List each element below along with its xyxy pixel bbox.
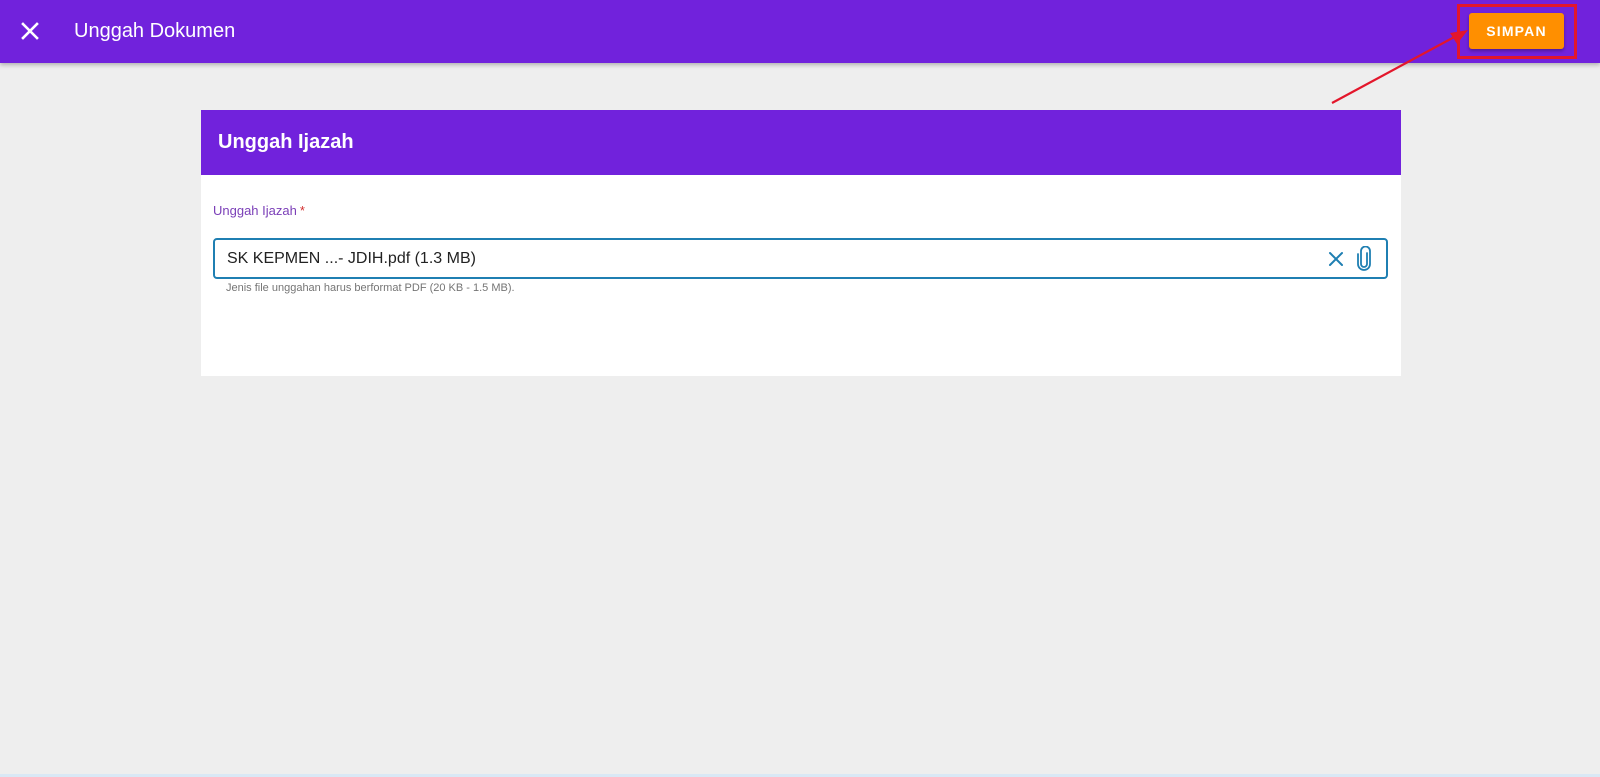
upload-field-label: Unggah Ijazah *	[213, 203, 305, 218]
page-title: Unggah Dokumen	[74, 20, 236, 42]
card-title: Unggah Ijazah	[218, 131, 354, 153]
required-asterisk: *	[299, 203, 305, 218]
close-button[interactable]	[16, 17, 44, 45]
file-format-hint: Jenis file unggahan harus berformat PDF …	[226, 282, 515, 294]
upload-field-label-text: Unggah Ijazah	[213, 203, 297, 218]
save-button[interactable]: SIMPAN	[1469, 13, 1564, 49]
file-upload-field[interactable]: SK KEPMEN ...- JDIH.pdf (1.3 MB)	[213, 238, 1388, 279]
annotation-arrow	[1331, 30, 1468, 104]
file-upload-value: SK KEPMEN ...- JDIH.pdf (1.3 MB)	[227, 250, 476, 267]
close-icon	[1329, 252, 1343, 266]
clear-file-button[interactable]	[1326, 249, 1346, 269]
attach-file-button[interactable]	[1354, 245, 1374, 272]
close-icon	[21, 22, 39, 40]
upload-card: Unggah Ijazah Unggah Ijazah * SK KEPMEN .…	[201, 110, 1401, 376]
card-header: Unggah Ijazah	[201, 110, 1401, 175]
paperclip-icon	[1357, 245, 1371, 271]
